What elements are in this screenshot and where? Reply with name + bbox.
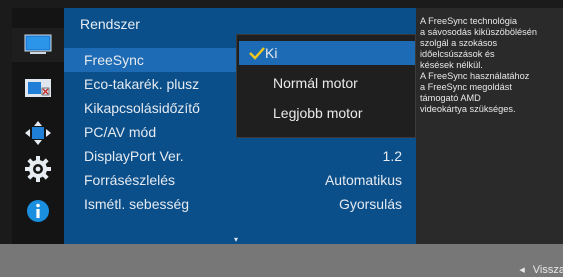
option-off[interactable]: Ki bbox=[239, 41, 415, 65]
help-info-panel: A FreeSync technológia a sávosodás kiküs… bbox=[416, 8, 563, 244]
settings-gear-icon bbox=[25, 156, 51, 182]
back-label: Vissza bbox=[532, 264, 563, 276]
help-text: A FreeSync technológia a sávosodás kiküs… bbox=[420, 16, 537, 114]
menu-item-displayport-version[interactable]: DisplayPort Ver. 1.2 bbox=[64, 144, 416, 168]
sidebar-item-screen[interactable] bbox=[12, 72, 64, 106]
freesync-options-dropdown: Ki Normál motor Legjobb motor bbox=[236, 34, 416, 138]
footer-bar: ◀ Vissza bbox=[0, 244, 563, 277]
option-normal-engine[interactable]: Normál motor bbox=[239, 71, 415, 95]
menu-item-label: FreeSync bbox=[84, 52, 144, 68]
menu-item-key-repeat-time[interactable]: Ismétl. sebesség Gyorsulás bbox=[64, 192, 416, 216]
menu-title: Rendszer bbox=[80, 16, 140, 32]
menu-item-value: 1.2 bbox=[382, 148, 402, 164]
menu-item-source-detection[interactable]: Forrásészlelés Automatikus bbox=[64, 168, 416, 192]
info-icon bbox=[27, 200, 49, 222]
menu-item-label: Forrásészlelés bbox=[84, 172, 176, 188]
menu-item-label: DisplayPort Ver. bbox=[84, 148, 184, 164]
sidebar-item-picture[interactable] bbox=[12, 28, 64, 62]
back-arrow-icon: ◀ bbox=[519, 267, 525, 274]
menu-item-label: Kikapcsolásidőzítő bbox=[84, 100, 200, 116]
menu-item-value: Automatikus bbox=[324, 172, 402, 188]
sidebar-item-support[interactable] bbox=[12, 194, 64, 228]
option-label: Ki bbox=[265, 45, 278, 61]
menu-item-label: PC/AV mód bbox=[84, 124, 157, 140]
screen-adjust-icon bbox=[25, 79, 51, 97]
scroll-down-icon[interactable]: ▾ bbox=[234, 235, 238, 244]
option-label: Normál motor bbox=[273, 75, 358, 91]
monitor-icon bbox=[24, 34, 52, 54]
checkmark-icon bbox=[249, 47, 265, 60]
menu-item-label: Eco-takarék. plusz bbox=[84, 76, 200, 92]
osd-frame: Rendszer FreeSync Eco-takarék. plusz Kik… bbox=[0, 0, 563, 277]
back-button[interactable]: ◀ Vissza bbox=[519, 264, 563, 276]
sidebar bbox=[12, 8, 64, 244]
menu-item-value: Gyorsulás bbox=[338, 196, 402, 212]
option-label: Legjobb motor bbox=[273, 105, 363, 121]
sidebar-item-onscreen-display[interactable] bbox=[12, 116, 64, 150]
position-arrows-icon bbox=[25, 121, 51, 145]
sidebar-item-system[interactable] bbox=[12, 152, 64, 186]
option-ultimate-engine[interactable]: Legjobb motor bbox=[239, 101, 415, 125]
menu-item-label: Ismétl. sebesség bbox=[84, 196, 190, 212]
